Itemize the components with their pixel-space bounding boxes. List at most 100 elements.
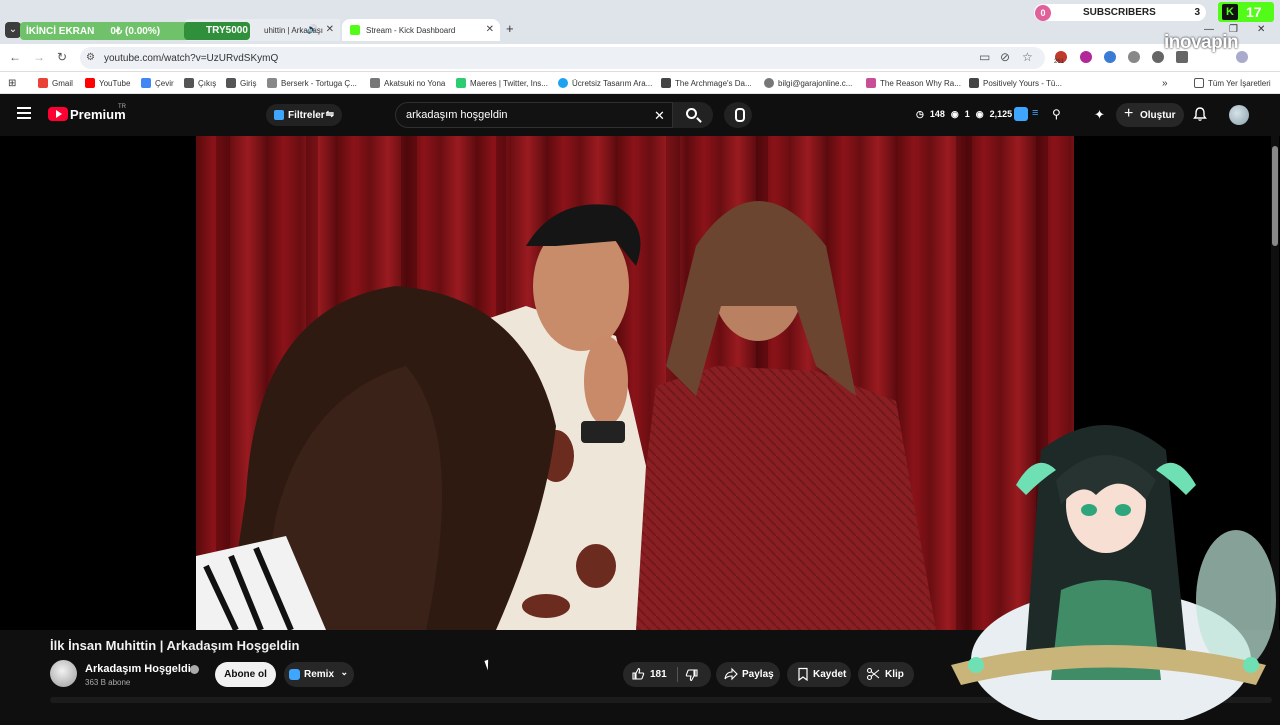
bookmark-reason[interactable]: The Reason Why Ra...	[866, 78, 961, 88]
sparkle-icon[interactable]: ✦	[1094, 107, 1108, 122]
bookmark-label: Çıkış	[198, 78, 217, 88]
extension-icon[interactable]	[1152, 51, 1164, 63]
clear-search-icon[interactable]: ✕	[654, 108, 665, 124]
site-info-icon[interactable]: ⚙	[86, 52, 95, 63]
save-label: Kaydet	[813, 669, 847, 680]
back-icon[interactable]: ←	[9, 50, 21, 64]
share-label: Paylaş	[742, 669, 774, 680]
goal-target: TRY5000	[206, 25, 248, 36]
bookmark-maeres[interactable]: Maeres | Twitter, Ins...	[456, 78, 548, 88]
filters-label: Filtreler	[288, 109, 325, 121]
bookmark-email[interactable]: bilgi@garajonline.c...	[764, 78, 852, 88]
channel-avatar[interactable]	[50, 660, 77, 687]
subscribers-label: SUBSCRIBERS	[1083, 7, 1156, 18]
search-button[interactable]	[673, 102, 713, 128]
extension-stats: ◷ 148 ◉ 1 ◉ 2,125	[916, 109, 1012, 120]
kick-viewer-badge: K 17	[1218, 2, 1274, 22]
all-bookmarks[interactable]: Tüm Yer İşaretleri	[1194, 78, 1271, 88]
account-avatar[interactable]	[1229, 105, 1249, 125]
remix-button[interactable]: Remix ⌄	[284, 662, 354, 687]
bookmark-design[interactable]: Ücretsiz Tasarım Ara...	[558, 78, 652, 88]
bookmark-positively[interactable]: Positively Yours - Tü...	[969, 78, 1062, 88]
bookmark-exit[interactable]: Çıkış	[184, 78, 216, 88]
clock-icon: ◷	[916, 109, 924, 119]
stat-count: 2,125	[989, 109, 1013, 119]
stat-eye: 1	[964, 109, 970, 119]
apps-icon[interactable]: ⊞	[8, 78, 16, 89]
search-input[interactable]: arkadaşım hoşgeldin	[395, 102, 673, 128]
close-icon[interactable]: ✕	[326, 24, 334, 35]
channel-subscribers: 363 B abone	[85, 678, 131, 687]
scrollbar-thumb[interactable]	[1272, 146, 1278, 246]
bookmark-berserk[interactable]: Berserk - Tortuga Ç...	[267, 78, 357, 88]
sliders-icon: ⇋	[325, 109, 334, 120]
create-button[interactable]: Oluştur	[1116, 103, 1184, 127]
stat-views: 148	[929, 109, 945, 119]
star-icon[interactable]: ☆	[1022, 50, 1033, 64]
kick-icon	[350, 25, 360, 35]
bookmark-translate[interactable]: Çevir	[141, 78, 174, 88]
url-text: youtube.com/watch?v=UzURvdSKymQ	[104, 52, 279, 64]
like-icon[interactable]	[631, 667, 645, 681]
forward-icon[interactable]: →	[33, 50, 45, 64]
share-button[interactable]: Paylaş	[716, 662, 780, 687]
close-window-icon[interactable]: ✕	[1257, 24, 1265, 35]
extension-icon[interactable]	[1104, 51, 1116, 63]
award-icon[interactable]: ⚲	[1052, 107, 1066, 121]
cast-icon[interactable]: ▭	[979, 50, 990, 64]
chevron-down-icon[interactable]: ⌄	[340, 667, 348, 678]
bookmark-archmage[interactable]: The Archmage's Da...	[661, 78, 752, 88]
subscribers-left: 0	[1035, 4, 1051, 21]
sponsor-logo: inovapin	[1164, 32, 1239, 53]
video-frame[interactable]	[196, 136, 1074, 630]
list-icon[interactable]: ≡	[1032, 107, 1046, 121]
extension-badge: 261	[1054, 59, 1065, 65]
tab-search-icon[interactable]: ⌄	[5, 22, 21, 38]
vtuber-avatar-overlay	[946, 410, 1276, 725]
bookmark-label: bilgi@garajonline.c...	[778, 78, 853, 88]
subscribers-right: 3	[1194, 7, 1200, 18]
bookmark-gmail[interactable]: Gmail	[38, 78, 73, 88]
new-tab-button[interactable]: +	[506, 21, 514, 36]
reload-icon[interactable]: ↻	[57, 50, 67, 64]
speaker-icon: 🔊	[306, 24, 318, 34]
more-bookmarks-icon[interactable]: »	[1162, 78, 1168, 89]
bookmark-label: Maeres | Twitter, Ins...	[470, 78, 548, 88]
bookmark-label: Akatsuki no Yona	[384, 78, 446, 88]
verified-icon	[190, 665, 199, 674]
bookmark-youtube[interactable]: YouTube	[85, 78, 130, 88]
search-value: arkadaşım hoşgeldin	[406, 109, 508, 121]
remix-ext-icon	[289, 669, 300, 680]
voice-search-button[interactable]	[724, 102, 752, 128]
close-icon[interactable]: ✕	[486, 24, 494, 35]
clip-label: Klip	[885, 669, 904, 680]
eye-icon: ◉	[950, 109, 959, 119]
filters-button[interactable]: Filtreler ⇋	[266, 104, 342, 126]
bookmark-label: Berserk - Tortuga Ç...	[281, 78, 357, 88]
subscribe-button[interactable]: Abone ol	[215, 662, 276, 687]
bookmark-label: Tüm Yer İşaretleri	[1208, 78, 1271, 88]
bookmark-label: Çevir	[155, 78, 174, 88]
url-input[interactable]: youtube.com/watch?v=UzURvdSKymQ	[80, 47, 1045, 69]
extension-icon[interactable]	[1080, 51, 1092, 63]
extension-icon[interactable]	[1128, 51, 1140, 63]
save-button[interactable]: Kaydet	[787, 662, 851, 687]
like-count[interactable]: 181	[650, 669, 667, 680]
dislike-icon[interactable]	[685, 668, 699, 682]
bookmark-label: Gmail	[52, 78, 73, 88]
channel-name[interactable]: Arkadaşım Hoşgeldin	[85, 663, 197, 675]
goal-target-box: TRY5000	[184, 22, 250, 40]
filter-ext-icon	[274, 110, 284, 120]
notifications-icon[interactable]	[1193, 107, 1207, 121]
youtube-logo-icon[interactable]	[48, 107, 68, 121]
eye-icon: ◉	[975, 109, 984, 119]
menu-icon[interactable]	[17, 107, 31, 119]
bookmark-akatsuki[interactable]: Akatsuki no Yona	[370, 78, 445, 88]
tab-kick-dashboard[interactable]: Stream - Kick Dashboard ✕	[342, 19, 500, 41]
clip-button[interactable]: Klip	[858, 662, 914, 687]
hide-icon[interactable]: ⊘	[1000, 50, 1010, 64]
bookmark-login[interactable]: Giriş	[226, 78, 256, 88]
like-dislike-group: 181	[623, 662, 711, 687]
divider	[677, 667, 678, 682]
extension-icon[interactable]	[1014, 107, 1028, 121]
